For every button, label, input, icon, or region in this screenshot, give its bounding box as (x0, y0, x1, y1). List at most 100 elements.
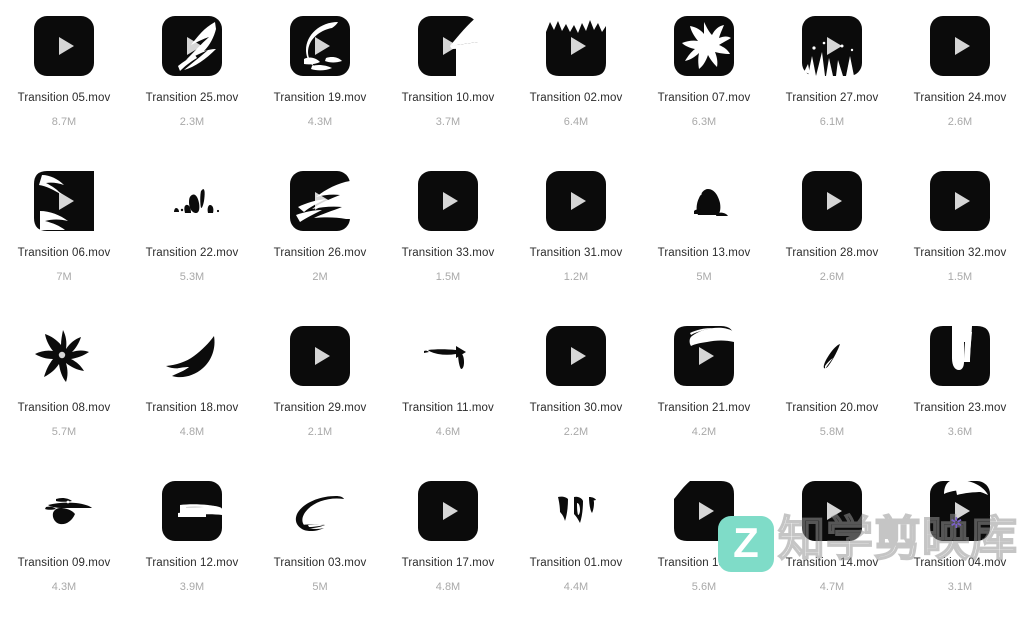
file-size-label: 4.2M (691, 426, 717, 438)
video-thumbnail[interactable] (670, 322, 738, 390)
file-size-label: 3.6M (947, 426, 973, 438)
video-thumbnail[interactable] (670, 167, 738, 235)
file-name-label: Transition 04.mov (913, 557, 1007, 569)
file-item[interactable]: Transition 27.mov 6.1M (768, 0, 896, 155)
video-thumbnail[interactable] (158, 477, 226, 545)
video-thumbnail[interactable] (798, 12, 866, 80)
file-item[interactable]: Transition 17.mov 4.8M (384, 465, 512, 620)
video-thumbnail[interactable] (926, 322, 994, 390)
file-size-label: 7M (56, 271, 72, 283)
file-item[interactable]: Transition 18.mov 4.8M (128, 310, 256, 465)
file-item[interactable]: Transition 11.mov 4.6M (384, 310, 512, 465)
video-thumbnail[interactable] (414, 477, 482, 545)
video-thumbnail[interactable] (414, 12, 482, 80)
file-item[interactable]: Transition 06.mov 7M (0, 155, 128, 310)
file-size-label: 4.3M (307, 116, 333, 128)
video-thumbnail[interactable] (158, 322, 226, 390)
video-thumbnail[interactable] (158, 12, 226, 80)
video-thumbnail[interactable] (414, 322, 482, 390)
file-item[interactable]: Transition 08.mov 5.7M (0, 310, 128, 465)
file-item[interactable]: Transition 33.mov 1.5M (384, 155, 512, 310)
video-thumbnail[interactable] (542, 477, 610, 545)
file-item[interactable]: Transition 30.mov 2.2M (512, 310, 640, 465)
file-item[interactable]: Transition 09.mov 4.3M (0, 465, 128, 620)
file-size-label: 2.1M (307, 426, 333, 438)
video-thumbnail[interactable] (286, 167, 354, 235)
file-size-label: 4.8M (435, 581, 461, 593)
file-item[interactable]: Transition 14.mov 4.7M (768, 465, 896, 620)
file-size-label: 5.6M (691, 581, 717, 593)
file-item[interactable]: Transition 19.mov 4.3M (256, 0, 384, 155)
file-item[interactable]: Transition 26.mov 2M (256, 155, 384, 310)
file-size-label: 2.6M (947, 116, 973, 128)
file-size-label: 3.9M (179, 581, 205, 593)
file-item[interactable]: Transition 20.mov 5.8M (768, 310, 896, 465)
file-size-label: 4.4M (563, 581, 589, 593)
file-size-label: 2.2M (563, 426, 589, 438)
file-item[interactable]: Transition 25.mov 2.3M (128, 0, 256, 155)
video-thumbnail[interactable] (926, 477, 994, 545)
file-name-label: Transition 23.mov (913, 402, 1007, 414)
video-thumbnail[interactable] (670, 12, 738, 80)
video-thumbnail[interactable] (798, 167, 866, 235)
file-name-label: Transition 26.mov (273, 247, 367, 259)
file-size-label: 3.1M (947, 581, 973, 593)
file-size-label: 1.2M (563, 271, 589, 283)
video-thumbnail[interactable] (798, 477, 866, 545)
file-size-label: 6.1M (819, 116, 845, 128)
video-thumbnail[interactable] (670, 477, 738, 545)
file-name-label: Transition 24.mov (913, 92, 1007, 104)
video-thumbnail[interactable] (926, 167, 994, 235)
file-item[interactable]: Transition 12.mov 3.9M (128, 465, 256, 620)
file-size-label: 6.3M (691, 116, 717, 128)
video-thumbnail[interactable] (286, 322, 354, 390)
file-item[interactable]: Transition 21.mov 4.2M (640, 310, 768, 465)
file-size-label: 1.5M (947, 271, 973, 283)
file-name-label: Transition 09.mov (17, 557, 111, 569)
file-size-label: 2.3M (179, 116, 205, 128)
file-name-label: Transition 12.mov (145, 557, 239, 569)
video-thumbnail[interactable] (30, 322, 98, 390)
file-size-label: 4.3M (51, 581, 77, 593)
file-name-label: Transition 21.mov (657, 402, 751, 414)
file-item[interactable]: Transition 28.mov 2.6M (768, 155, 896, 310)
file-item[interactable]: Transition 15.mov 5.6M (640, 465, 768, 620)
file-item[interactable]: Transition 29.mov 2.1M (256, 310, 384, 465)
file-item[interactable]: Transition 24.mov 2.6M (896, 0, 1024, 155)
file-size-label: 5.7M (51, 426, 77, 438)
file-size-label: 3.7M (435, 116, 461, 128)
file-item[interactable]: Transition 32.mov 1.5M (896, 155, 1024, 310)
file-size-label: 1.5M (435, 271, 461, 283)
video-thumbnail[interactable] (542, 12, 610, 80)
file-name-label: Transition 18.mov (145, 402, 239, 414)
file-item[interactable]: Transition 13.mov 5M (640, 155, 768, 310)
video-thumbnail[interactable] (30, 12, 98, 80)
video-thumbnail[interactable] (286, 12, 354, 80)
video-thumbnail[interactable] (414, 167, 482, 235)
video-thumbnail[interactable] (158, 167, 226, 235)
file-size-label: 2.6M (819, 271, 845, 283)
file-item[interactable]: Transition 02.mov 6.4M (512, 0, 640, 155)
file-item[interactable]: Transition 22.mov 5.3M (128, 155, 256, 310)
file-item[interactable]: Transition 05.mov 8.7M (0, 0, 128, 155)
file-item[interactable]: Transition 23.mov 3.6M (896, 310, 1024, 465)
file-item[interactable]: Transition 01.mov 4.4M (512, 465, 640, 620)
file-name-label: Transition 30.mov (529, 402, 623, 414)
file-item[interactable]: Transition 10.mov 3.7M (384, 0, 512, 155)
file-size-label: 5.3M (179, 271, 205, 283)
file-item[interactable]: Transition 03.mov 5M (256, 465, 384, 620)
file-item[interactable]: Transition 04.mov 3.1M (896, 465, 1024, 620)
video-thumbnail[interactable] (30, 167, 98, 235)
file-name-label: Transition 13.mov (657, 247, 751, 259)
video-thumbnail[interactable] (542, 167, 610, 235)
file-item[interactable]: Transition 31.mov 1.2M (512, 155, 640, 310)
video-thumbnail[interactable] (798, 322, 866, 390)
video-thumbnail[interactable] (926, 12, 994, 80)
file-name-label: Transition 10.mov (401, 92, 495, 104)
file-name-label: Transition 29.mov (273, 402, 367, 414)
file-name-label: Transition 02.mov (529, 92, 623, 104)
video-thumbnail[interactable] (30, 477, 98, 545)
video-thumbnail[interactable] (286, 477, 354, 545)
file-item[interactable]: Transition 07.mov 6.3M (640, 0, 768, 155)
video-thumbnail[interactable] (542, 322, 610, 390)
